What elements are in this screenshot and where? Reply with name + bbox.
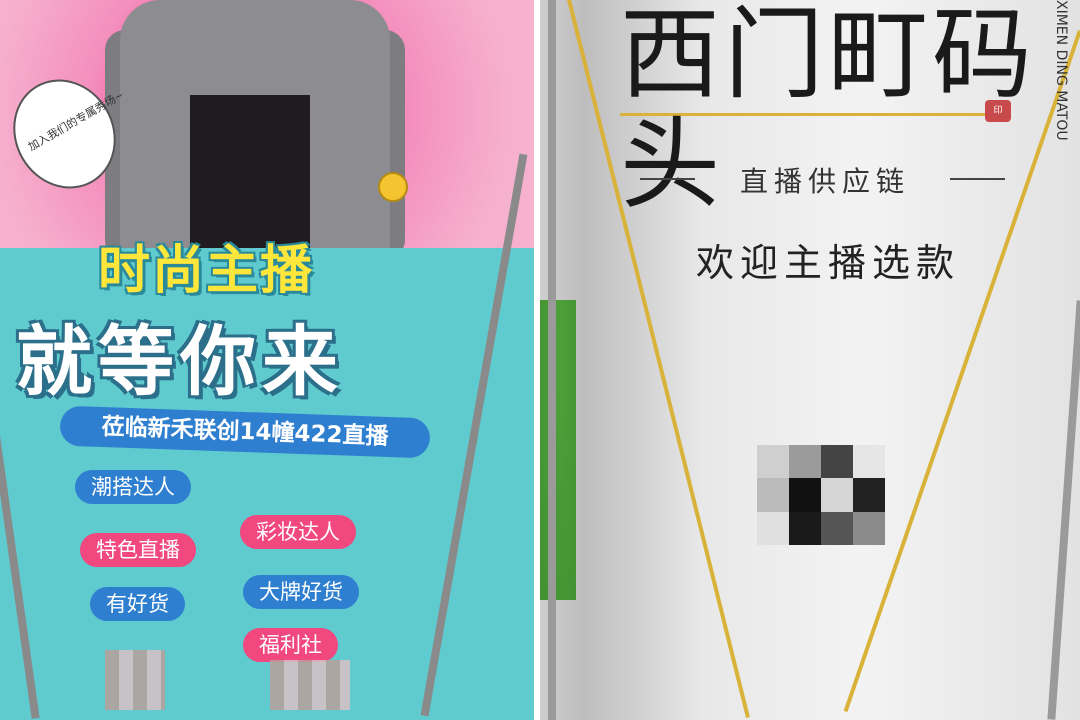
tag-special-live: 特色直播 [80, 533, 196, 567]
tag-makeup: 彩妆达人 [240, 515, 356, 549]
tag-good-items: 有好货 [90, 587, 185, 621]
banner-subtitle: 直播供应链 [739, 165, 910, 198]
headline-top: 时尚主播 [98, 241, 315, 301]
blurred-area [105, 650, 165, 710]
bubble-text: 加入我们的专属秀场~ [26, 88, 127, 154]
seal-icon: 印 [985, 100, 1011, 122]
left-photo-poster: 加入我们的专属秀场~ 时尚主播 就等你来 莅临新禾联创14幢422直播 潮搭达人… [0, 0, 540, 720]
headline-main: 就等你来 [16, 317, 344, 406]
banner-welcome: 欢迎主播选款 [695, 241, 960, 285]
brand-logo-english: XIMEN DING MATOU [1053, 0, 1069, 141]
blurred-qr-code [757, 445, 885, 545]
tag-brand: 大牌好货 [243, 575, 359, 609]
tag-trend: 潮搭达人 [75, 470, 191, 504]
plant-leaves [540, 300, 576, 600]
coin-icon [378, 172, 408, 202]
blurred-area [270, 660, 350, 710]
tag-welfare: 福利社 [243, 628, 338, 662]
stand-pole [548, 0, 556, 720]
